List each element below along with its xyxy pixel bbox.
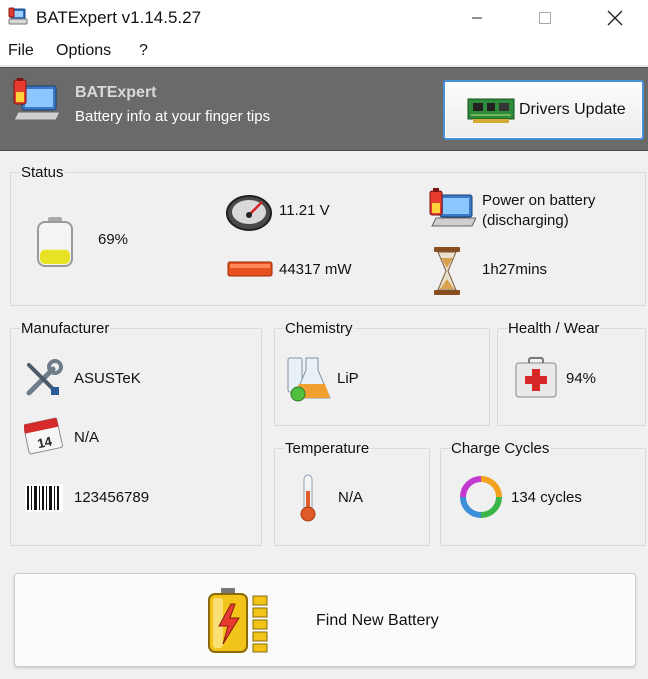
manufacture-date: N/A — [74, 429, 100, 446]
power-bar-icon — [227, 261, 273, 277]
charge-cycles-title: Charge Cycles — [450, 440, 551, 457]
manufacturer-name: ASUSTeK — [74, 370, 141, 387]
battery-lightning-icon — [208, 588, 268, 653]
voltage-value: 11.21 V — [279, 202, 330, 219]
temperature-title: Temperature — [284, 440, 371, 457]
window-title: BATExpert v1.14.5.27 — [36, 8, 202, 27]
find-new-battery-button[interactable]: Find New Battery — [14, 573, 636, 667]
drivers-update-button[interactable]: Drivers Update — [443, 80, 644, 140]
maximize-button[interactable] — [522, 0, 568, 36]
battery-level-icon — [37, 217, 73, 267]
first-aid-kit-icon — [515, 357, 557, 398]
title-bar: BATExpert v1.14.5.27 — [0, 0, 648, 36]
menu-bar: File Options ? — [0, 36, 648, 66]
battery-laptop-icon — [8, 7, 28, 25]
hourglass-icon — [434, 247, 460, 295]
charge-percent: 69% — [98, 231, 129, 248]
cycle-arrows-icon — [460, 476, 502, 518]
chemistry-title: Chemistry — [284, 320, 354, 337]
close-button[interactable] — [592, 0, 638, 36]
app-tagline: Battery info at your finger tips — [75, 108, 271, 125]
menu-help[interactable]: ? — [139, 42, 148, 60]
chemistry-flasks-icon — [287, 357, 331, 402]
voltmeter-gauge-icon — [226, 195, 272, 231]
minimize-button[interactable] — [454, 0, 500, 36]
health-title: Health / Wear — [507, 320, 601, 337]
calendar-icon: 14 — [24, 417, 63, 455]
app-name: BATExpert — [75, 84, 157, 101]
barcode-icon — [25, 484, 63, 512]
header-banner: BATExpert Battery info at your finger ti… — [0, 67, 648, 151]
tools-icon — [26, 359, 63, 396]
maximize-icon — [539, 12, 551, 24]
serial-number: 123456789 — [74, 489, 150, 506]
battery-laptop-icon — [429, 188, 476, 227]
charge-cycles-value: 134 cycles — [511, 489, 582, 506]
power-state-line2: (discharging) — [482, 212, 569, 229]
drivers-update-label: Drivers Update — [519, 101, 626, 118]
temperature-value: N/A — [338, 489, 364, 506]
circuit-board-icon — [467, 98, 515, 123]
status-title: Status — [20, 164, 65, 181]
time-left-value: 1h27mins — [482, 261, 548, 278]
menu-file[interactable]: File — [8, 42, 34, 60]
chemistry-value: LiP — [337, 370, 359, 387]
power-value: 44317 mW — [279, 261, 352, 278]
health-value: 94% — [566, 370, 597, 387]
power-state-line1: Power on battery — [482, 192, 596, 209]
find-new-battery-label: Find New Battery — [316, 612, 439, 629]
battery-laptop-icon — [13, 78, 60, 121]
manufacturer-title: Manufacturer — [20, 320, 111, 337]
close-icon — [607, 10, 623, 26]
menu-options[interactable]: Options — [56, 42, 111, 60]
thermometer-icon — [300, 474, 316, 522]
minimize-icon — [472, 17, 482, 19]
